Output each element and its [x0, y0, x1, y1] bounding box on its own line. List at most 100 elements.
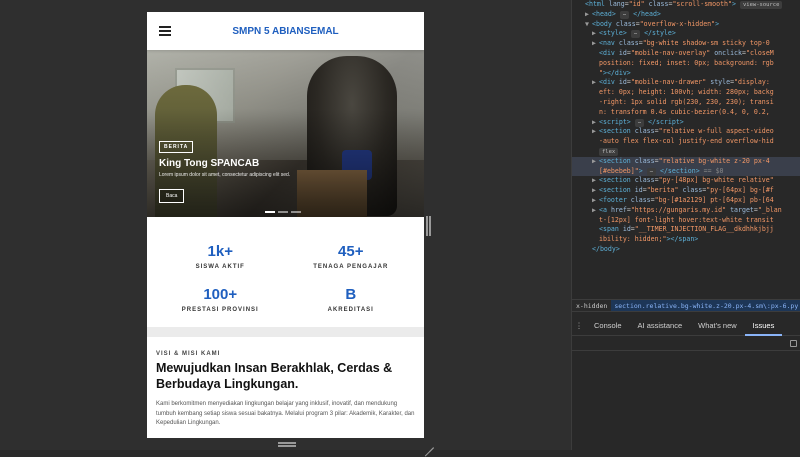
- dom-node-line[interactable]: flex: [572, 147, 800, 157]
- visi-misi-kicker: VISI & MISI KAMI: [156, 351, 221, 357]
- stat-item: 1k+ SISWA AKTIF: [155, 243, 286, 270]
- viewport-corner-resize-handle[interactable]: [424, 438, 434, 448]
- dom-node-markup: <section class="relative w-full aspect-v…: [599, 127, 774, 136]
- stat-value: B: [345, 286, 357, 303]
- dom-node-markup: <body class="overflow-x-hidden">: [592, 19, 720, 28]
- dom-node-line[interactable]: ▶ <head> ⋯ </head>: [572, 10, 800, 20]
- expand-toggle-icon[interactable]: ▶: [592, 78, 599, 88]
- dom-node-line[interactable]: ▼ <body class="overflow-x-hidden">: [572, 20, 800, 30]
- dom-node-line[interactable]: ▶ <div id="mobile-nav-drawer" style="disp…: [572, 78, 800, 88]
- slider-dots[interactable]: [265, 211, 301, 213]
- elements-dom-tree: <html lang="id" class="scroll-smooth"> v…: [572, 0, 800, 296]
- stat-value: 1k+: [207, 243, 233, 260]
- dom-node-markup: <nav class="bg-white shadow-sm sticky to…: [599, 39, 770, 48]
- dom-node-line[interactable]: eft: 0px; height: 100vh; width: 280px; b…: [572, 88, 800, 98]
- dom-node-markup: flex: [599, 147, 619, 156]
- dom-node-markup: <span id="__TIMER_INJECTION_FLAG__dkdhhk…: [599, 225, 774, 234]
- dom-node-markup: <div id="mobile-nav-drawer" style="displ…: [599, 78, 770, 87]
- dom-node-line[interactable]: ▶ <section id="berita" class="py-[64px] b…: [572, 186, 800, 196]
- stat-label: AKREDITASI: [327, 307, 374, 313]
- drawer-more-icon[interactable]: ⋮: [572, 321, 586, 330]
- dom-node-markup: </body>: [592, 244, 620, 253]
- dom-node-line[interactable]: <div id="mobile-nav-overlay" onclick="cl…: [572, 49, 800, 59]
- dom-node-markup: <section class="py-[48px] bg-white relat…: [599, 176, 774, 185]
- dom-node-line[interactable]: <span id="__TIMER_INJECTION_FLAG__dkdhhk…: [572, 225, 800, 235]
- breadcrumb-prev[interactable]: x-hidden: [572, 300, 611, 311]
- dom-node-markup: <section class="relative bg-white z-20 p…: [599, 156, 770, 165]
- tab-ai-assistance[interactable]: AI assistance: [630, 316, 691, 336]
- hamburger-menu-icon[interactable]: [159, 26, 171, 36]
- dom-node-line[interactable]: position: fixed; inset: 0px; background:…: [572, 59, 800, 69]
- stat-value: 45+: [338, 243, 364, 260]
- dom-node-line[interactable]: ▶ <section class="relative w-full aspect-…: [572, 127, 800, 137]
- drawer-tabbar: ⋮ Console AI assistance What's new Issue…: [572, 316, 800, 336]
- stat-value: 100+: [203, 286, 238, 303]
- visi-misi-body: Kami berkomitmen menyediakan lingkungan …: [156, 401, 415, 427]
- viewport-height-resize-handle[interactable]: [278, 442, 296, 447]
- expand-toggle-icon[interactable]: ▶: [592, 157, 599, 167]
- dom-node-line[interactable]: ▶ <a href="https://gungaris.my.id" target…: [572, 206, 800, 216]
- stat-item: 45+ TENAGA PENGAJAR: [286, 243, 417, 270]
- hero-badge: BERITA: [159, 141, 194, 153]
- dom-node-line[interactable]: n: transform 0.4s cubic-bezier(0.4, 0, 0…: [572, 108, 800, 118]
- dom-node-markup: <html lang="id" class="scroll-smooth"> v…: [585, 0, 783, 9]
- dom-node-line[interactable]: </body>: [572, 245, 800, 255]
- dom-node-markup: ibility: hidden;"></span>: [599, 235, 699, 244]
- tab-issues[interactable]: Issues: [744, 316, 783, 336]
- mobile-viewport: SMPN 5 ABIANSEMAL BERITA King Tong SPANC…: [147, 12, 424, 438]
- dom-node-line[interactable]: ▶ <section class="py-[48px] bg-white rela…: [572, 176, 800, 186]
- tab-console[interactable]: Console: [586, 316, 630, 336]
- drawer-content: [572, 337, 800, 450]
- stats-section: 1k+ SISWA AKTIF 45+ TENAGA PENGAJAR 100+…: [147, 217, 424, 327]
- expand-toggle-icon[interactable]: ▶: [592, 39, 599, 49]
- expand-toggle-icon[interactable]: ▶: [592, 186, 599, 196]
- viewport-width-resize-handle[interactable]: [426, 216, 431, 236]
- hero-caption: BERITA King Tong SPANCAB Lorem ipsum dol…: [159, 135, 412, 203]
- device-emulator-area: SMPN 5 ABIANSEMAL BERITA King Tong SPANC…: [0, 0, 571, 450]
- dom-node-markup: "></div>: [599, 68, 631, 77]
- hero-title: King Tong SPANCAB: [159, 158, 260, 169]
- dom-node-markup: <footer class="bg-[#1a2129] pt-[64px] pb…: [599, 195, 774, 204]
- issues-checkbox[interactable]: [790, 340, 797, 347]
- hero-read-button[interactable]: Baca: [159, 189, 185, 203]
- expand-toggle-icon[interactable]: ▼: [585, 20, 592, 30]
- dom-node-line[interactable]: ▶ <section class="relative bg-white z-20 …: [572, 156, 800, 167]
- dom-node-line[interactable]: <html lang="id" class="scroll-smooth"> v…: [572, 0, 800, 10]
- stat-item: B AKREDITASI: [286, 286, 417, 313]
- dom-node-markup: -auto flex flex-col justify-end overflow…: [599, 137, 774, 146]
- expand-toggle-icon[interactable]: ▶: [585, 10, 592, 20]
- dom-node-line[interactable]: ibility: hidden;"></span>: [572, 235, 800, 245]
- dom-node-line[interactable]: ▶ <script> ⋯ </script>: [572, 118, 800, 128]
- stat-label: SISWA AKTIF: [195, 264, 245, 270]
- hero-description: Lorem ipsum dolor sit amet, consectetur …: [159, 172, 291, 178]
- expand-toggle-icon[interactable]: ▶: [592, 196, 599, 206]
- dom-node-markup: <style> ⋯ </style>: [599, 29, 676, 39]
- dom-breadcrumb: x-hidden section.relative.bg-white.z-20.p…: [572, 299, 800, 312]
- expand-toggle-icon[interactable]: ▶: [592, 118, 599, 128]
- dom-node-line[interactable]: "></div>: [572, 69, 800, 79]
- dom-node-line[interactable]: ▶ <nav class="bg-white shadow-sm sticky t…: [572, 39, 800, 49]
- stat-label: TENAGA PENGAJAR: [313, 264, 389, 270]
- dom-node-markup: <a href="https://gungaris.my.id" target=…: [599, 205, 782, 214]
- dom-node-line[interactable]: ▶ <footer class="bg-[#1a2129] pt-[64px] p…: [572, 196, 800, 206]
- expand-toggle-icon[interactable]: ▶: [592, 176, 599, 186]
- site-title[interactable]: SMPN 5 ABIANSEMAL: [171, 26, 400, 37]
- dom-node-markup: t-[12px] font-light hover:text-white tra…: [599, 215, 774, 224]
- breadcrumb-current[interactable]: section.relative.bg-white.z-20.px-4.sm\:…: [611, 300, 800, 311]
- expand-toggle-icon[interactable]: ▶: [592, 29, 599, 39]
- expand-toggle-icon[interactable]: ▶: [592, 206, 599, 216]
- stat-label: PRESTASI PROVINSI: [181, 307, 259, 313]
- hero-slider: BERITA King Tong SPANCAB Lorem ipsum dol…: [147, 50, 424, 217]
- dom-node-markup: n: transform 0.4s cubic-bezier(0.4, 0, 0…: [599, 107, 770, 116]
- dom-node-line[interactable]: [#ebebeb]"> ⋯ </section> == $0: [572, 166, 800, 177]
- dom-node-markup: <head> ⋯ </head>: [592, 9, 661, 19]
- dom-node-line[interactable]: t-[12px] font-light hover:text-white tra…: [572, 216, 800, 226]
- visi-misi-section: VISI & MISI KAMI Mewujudkan Insan Berakh…: [147, 337, 424, 438]
- tab-whats-new[interactable]: What's new: [690, 316, 745, 336]
- dom-node-markup: position: fixed; inset: 0px; background:…: [599, 58, 774, 67]
- dom-node-line[interactable]: ▶ <style> ⋯ </style>: [572, 29, 800, 39]
- expand-toggle-icon[interactable]: ▶: [592, 127, 599, 137]
- dom-node-line[interactable]: -auto flex flex-col justify-end overflow…: [572, 137, 800, 147]
- dom-node-line[interactable]: -right: 1px solid rgb(230, 230, 230); tr…: [572, 98, 800, 108]
- stat-item: 100+ PRESTASI PROVINSI: [155, 286, 286, 313]
